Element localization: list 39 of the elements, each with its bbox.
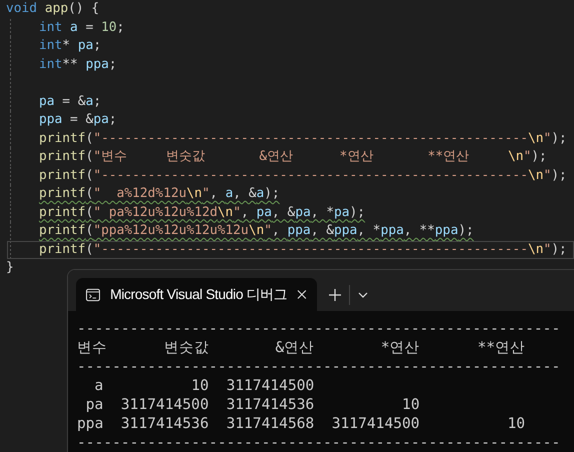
output-value: ppa [77,414,104,433]
output-value: 3117414500 [330,414,420,433]
divider-text: ------------------------------------------------------- [77,433,562,452]
output-value: 3117414536 [120,414,209,433]
column-header: **연산 [476,338,526,357]
output-value: 10 [190,376,209,395]
divider-text: ------------------------------------------------------- [77,357,562,376]
code-line: printf("ppa%12u%12u%12u%12u\n", ppa, &ppa, *ppa, **ppa); [39,223,474,238]
output-value: 10 [401,395,420,414]
code-line: int** ppa; [39,56,117,72]
code-line: printf(" pa%12u%12u%12d\n", pa, &pa, *pa); [39,204,366,220]
divider-text: ------------------------------------------------------- [77,319,562,338]
code-line: printf("변수 변숫값 &연산 *연산 **연산 \n"); [39,149,547,164]
output-value: 3117414568 [225,414,314,433]
column-header: &연산 [274,338,314,357]
code-line: int* pa; [39,38,102,53]
code-line: } [6,260,14,275]
output-value: pa [84,395,104,414]
output-value: 3117414500 [225,376,314,395]
terminal-tab[interactable]: Microsoft Visual Studio 디버그 [76,278,317,311]
code-line: ppa = &pa; [39,112,117,127]
close-icon[interactable] [297,289,307,300]
terminal-icon [86,288,100,302]
code-line: void app() { [6,1,100,16]
chevron-down-icon[interactable] [358,292,368,298]
column-header: 변숫값 [162,338,209,357]
output-value: 3117414536 [225,395,314,414]
column-header: *연산 [380,338,420,357]
column-header: 변수 [77,338,104,357]
code-line: printf("-------------------------------------------------------\n"); [39,130,567,146]
code-line: printf("-------------------------------------------------------\n"); [39,242,567,256]
code-line: int a = 10; [39,20,124,34]
output-value: 10 [506,414,526,433]
plus-icon[interactable] [329,288,341,300]
output-value: 3117414500 [120,395,209,414]
output-value: a [94,376,104,395]
code-line: printf("-------------------------------------------------------\n"); [39,168,567,182]
code-line: printf(" a%12d%12u\n", a, &a); [39,186,280,201]
code-line: pa = &a; [39,94,102,108]
